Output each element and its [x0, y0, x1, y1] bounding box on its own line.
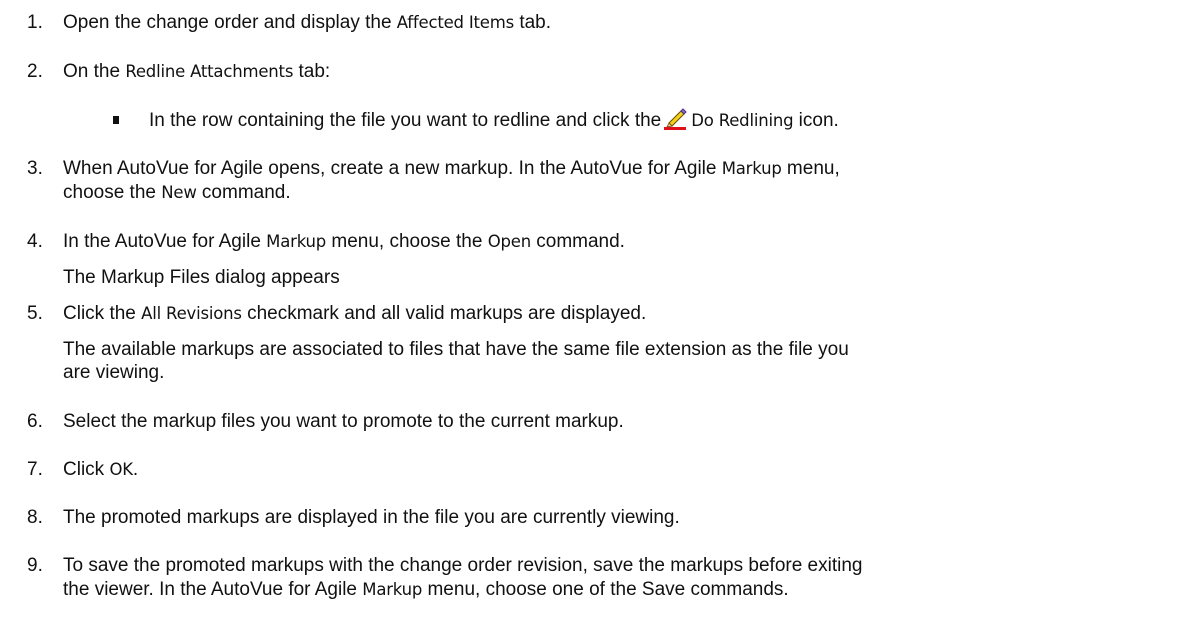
step-text: checkmark and all valid markups are disp…	[241, 303, 647, 324]
ui-term-affected-items: Affected Items	[396, 13, 515, 32]
bullet-marker	[113, 116, 119, 124]
ui-term-do-redlining: Do Redlining	[691, 111, 794, 130]
step-text: tab.	[514, 12, 552, 33]
step-text: tab:	[293, 61, 331, 82]
bullet-text: In the row containing the file you want …	[149, 110, 662, 131]
step-number: 2.	[27, 61, 43, 82]
step-text: In the AutoVue for Agile	[63, 231, 267, 252]
step-text: Open the change order and display the	[63, 12, 397, 33]
step-text: .	[132, 459, 139, 480]
ui-term-redline-attachments: Redline Attachments	[125, 62, 294, 81]
step-number: 6.	[27, 411, 43, 432]
step-number: 7.	[27, 459, 43, 480]
step-note: The Markup Files dialog appears	[63, 267, 340, 288]
ui-term-markup: Markup	[266, 232, 327, 251]
step-number: 5.	[27, 303, 43, 324]
step-text: Click the	[63, 303, 142, 324]
step-number: 9.	[27, 555, 43, 576]
step-text: menu, choose one of the Save commands.	[422, 579, 789, 600]
step-number: 1.	[27, 12, 43, 33]
ui-term-markup: Markup	[362, 580, 423, 599]
step-number: 3.	[27, 158, 43, 179]
step-text: command.	[196, 182, 291, 203]
step-text: The promoted markups are displayed in th…	[63, 507, 680, 528]
step-number: 4.	[27, 231, 43, 252]
bullet-text: icon.	[793, 110, 839, 131]
step-note: The available markups are associated to …	[63, 339, 849, 360]
step-text: menu, choose the	[326, 231, 488, 252]
step-text: menu,	[781, 158, 840, 179]
ui-term-ok: OK	[109, 460, 133, 479]
step-text: On the	[63, 61, 126, 82]
step-number: 8.	[27, 507, 43, 528]
ui-term-markup: Markup	[721, 159, 782, 178]
step-text: When AutoVue for Agile opens, create a n…	[63, 158, 722, 179]
step-text: choose the	[63, 182, 162, 203]
step-text: command.	[530, 231, 625, 252]
step-text: To save the promoted markups with the ch…	[63, 555, 863, 576]
step-note: are viewing.	[63, 362, 165, 383]
ui-term-open: Open	[487, 232, 531, 251]
ui-term-new: New	[161, 183, 197, 202]
step-text: the viewer. In the AutoVue for Agile	[63, 579, 363, 600]
step-text: Click	[63, 459, 110, 480]
pencil-redline-icon	[664, 108, 687, 130]
step-text: Select the markup files you want to prom…	[63, 411, 624, 432]
ui-term-all-revisions: All Revisions	[141, 304, 242, 323]
